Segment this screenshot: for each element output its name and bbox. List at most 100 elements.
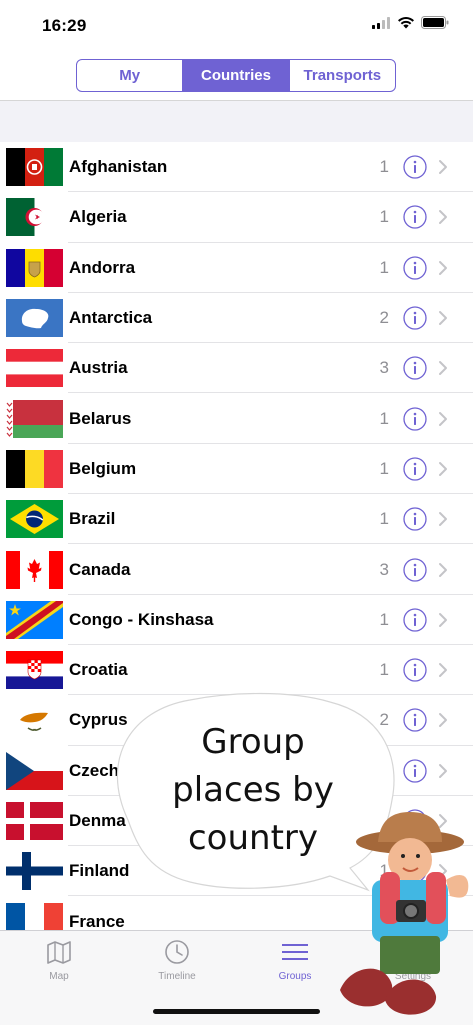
segment-countries[interactable]: Countries xyxy=(183,60,290,91)
flag-andorra-icon xyxy=(6,248,63,287)
country-row[interactable]: Belgium 1 xyxy=(0,444,473,495)
home-indicator xyxy=(153,1009,320,1014)
flag-belgium-icon xyxy=(6,449,63,488)
country-row[interactable]: Austria 3 xyxy=(0,343,473,394)
flag-afghanistan-icon xyxy=(6,148,63,187)
country-name: Congo - Kinshasa xyxy=(69,609,214,629)
battery-icon xyxy=(421,16,449,29)
info-icon[interactable] xyxy=(403,859,427,883)
country-row[interactable]: Afghanistan 1 xyxy=(0,142,473,193)
info-icon[interactable] xyxy=(403,457,427,481)
tab-settings[interactable]: Settings xyxy=(383,937,443,982)
tab-timeline[interactable]: Timeline xyxy=(147,937,207,982)
info-icon[interactable] xyxy=(403,608,427,632)
country-name: Belarus xyxy=(69,408,132,428)
place-count: 1 xyxy=(379,660,389,680)
country-row[interactable]: Canada 3 xyxy=(0,544,473,595)
country-row[interactable]: Antarctica 2 xyxy=(0,293,473,344)
flag-brazil-icon xyxy=(6,500,63,539)
country-row[interactable]: Brazil 1 xyxy=(0,494,473,545)
info-icon[interactable] xyxy=(403,759,427,783)
country-name: Afghanistan xyxy=(69,157,168,177)
chevron-right-icon[interactable] xyxy=(438,562,448,578)
info-icon[interactable] xyxy=(403,205,427,230)
country-name: Austria xyxy=(69,358,128,378)
place-count: 1 xyxy=(379,257,389,277)
chevron-right-icon[interactable] xyxy=(438,863,448,879)
tab-map[interactable]: Map xyxy=(29,937,89,982)
country-row[interactable]: Belarus 1 xyxy=(0,393,473,445)
chevron-right-icon[interactable] xyxy=(438,612,448,628)
chevron-right-icon[interactable] xyxy=(438,159,448,175)
tab-groups[interactable]: Groups xyxy=(265,937,325,982)
signal-icon xyxy=(372,16,390,29)
chevron-right-icon[interactable] xyxy=(438,360,448,376)
segment-transports[interactable]: Transports xyxy=(290,60,395,91)
info-icon[interactable] xyxy=(403,557,427,582)
place-count: 1 xyxy=(379,861,389,881)
country-row[interactable]: Cyprus 2 xyxy=(0,695,473,746)
country-row[interactable]: Andorra 1 xyxy=(0,243,473,294)
chevron-right-icon[interactable] xyxy=(438,310,448,326)
segment-my[interactable]: My xyxy=(77,60,184,91)
chevron-right-icon[interactable] xyxy=(438,662,448,678)
flag-croatia-icon xyxy=(6,651,63,690)
chevron-right-icon[interactable] xyxy=(438,260,448,276)
country-name: Czech xyxy=(69,760,120,780)
segmented-control: My Countries Transports xyxy=(76,59,396,92)
info-icon[interactable] xyxy=(403,708,427,733)
country-row[interactable]: Finland 1 xyxy=(0,846,473,897)
clock-icon xyxy=(165,940,189,964)
country-name: Finland xyxy=(69,861,130,881)
country-row[interactable]: Czech 1 xyxy=(0,746,473,797)
info-icon[interactable] xyxy=(403,356,427,380)
info-icon[interactable] xyxy=(403,658,427,682)
chevron-right-icon[interactable] xyxy=(438,411,448,427)
gear-icon xyxy=(403,942,423,962)
section-header xyxy=(0,101,473,142)
flag-antarctica-icon xyxy=(6,299,63,338)
map-icon xyxy=(47,941,71,964)
chevron-right-icon[interactable] xyxy=(438,712,448,728)
chevron-right-icon[interactable] xyxy=(438,914,448,930)
place-count: 1 xyxy=(379,609,389,629)
tab-map-label: Map xyxy=(49,971,69,982)
wifi-icon xyxy=(398,17,414,29)
country-name: Algeria xyxy=(69,207,127,227)
country-row[interactable]: Congo - Kinshasa 1 xyxy=(0,595,473,646)
info-icon[interactable] xyxy=(403,809,427,833)
place-count: 1 xyxy=(379,458,389,478)
country-row[interactable]: Algeria 1 xyxy=(0,192,473,243)
flag-denmark-icon xyxy=(6,802,63,840)
info-icon[interactable] xyxy=(403,406,427,431)
chevron-right-icon[interactable] xyxy=(438,763,448,779)
tab-settings-label: Settings xyxy=(394,971,432,982)
country-name: Croatia xyxy=(69,660,128,680)
place-count: 1 xyxy=(379,408,389,428)
country-row[interactable]: Croatia 1 xyxy=(0,645,473,696)
place-count: 1 xyxy=(379,509,389,529)
country-name: Belgium xyxy=(69,458,137,478)
chevron-right-icon[interactable] xyxy=(438,461,448,477)
flag-algeria-icon xyxy=(6,198,63,237)
info-icon[interactable] xyxy=(403,507,427,531)
info-icon[interactable] xyxy=(403,306,427,330)
list-icon xyxy=(282,944,308,960)
chevron-right-icon[interactable] xyxy=(438,813,448,829)
country-name: Antarctica xyxy=(69,308,153,328)
country-row[interactable]: Denma 2 xyxy=(0,796,473,847)
info-icon[interactable] xyxy=(403,155,427,179)
flag-canada-icon xyxy=(6,550,63,589)
place-count: 2 xyxy=(379,811,389,830)
status-bar: 16:29 xyxy=(0,0,473,50)
info-icon[interactable] xyxy=(403,256,427,280)
country-name: Brazil xyxy=(69,509,116,529)
chevron-right-icon[interactable] xyxy=(438,511,448,527)
chevron-right-icon[interactable] xyxy=(438,209,448,225)
place-count: 3 xyxy=(379,358,389,378)
flag-finland-icon xyxy=(6,852,63,891)
flag-congo-kinshasa-icon xyxy=(6,600,63,639)
status-icons xyxy=(372,16,449,29)
flag-czechia-icon xyxy=(6,751,63,790)
country-list[interactable]: Afghanistan 1 Algeria 1 Andorra 1 Antarctica 2 A… xyxy=(0,142,473,948)
